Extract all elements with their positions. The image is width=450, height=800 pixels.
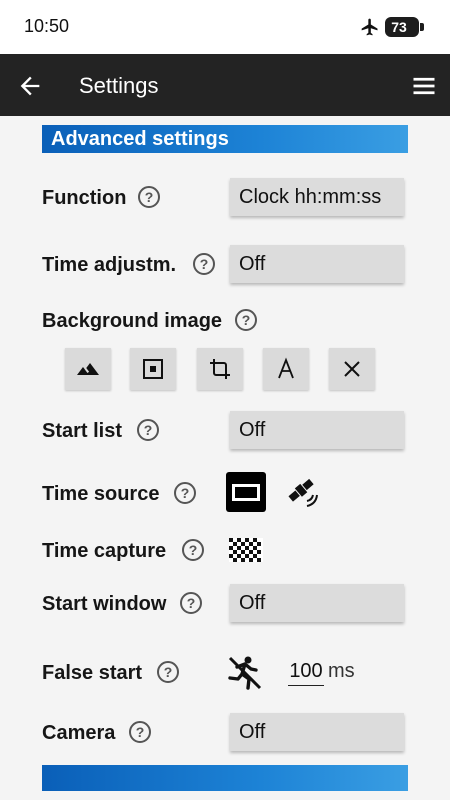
text-a-icon — [278, 357, 294, 379]
false-start-unit: ms — [328, 660, 355, 682]
function-help-icon[interactable]: ? — [138, 186, 160, 208]
center-focus-icon — [143, 359, 163, 379]
hamburger-menu-icon[interactable] — [410, 72, 438, 100]
camera-field[interactable]: Off — [230, 713, 404, 751]
battery-indicator: 73 — [385, 17, 424, 37]
status-bar: 10:50 73 — [0, 0, 450, 54]
camera-help-icon[interactable]: ? — [129, 721, 151, 743]
time-capture-label: Time capture — [42, 540, 167, 562]
time-adjustment-field[interactable]: Off — [230, 245, 404, 283]
satellite-icon[interactable] — [285, 475, 321, 509]
time-source-label: Time source — [42, 483, 160, 505]
false-start-label: False start — [42, 662, 143, 684]
device-screen-icon[interactable] — [226, 472, 266, 512]
start-list-field[interactable]: Off — [230, 411, 404, 449]
crop-icon — [210, 359, 230, 379]
arrow-back-icon[interactable] — [16, 72, 44, 100]
close-icon — [344, 361, 360, 377]
page-title: Settings — [79, 73, 159, 98]
time-adjustment-help-icon[interactable]: ? — [193, 253, 215, 275]
time-source-help-icon[interactable]: ? — [174, 482, 196, 504]
function-label: Function — [42, 187, 127, 209]
false-start-ms-input[interactable]: 100 — [288, 660, 324, 686]
status-time: 10:50 — [24, 16, 70, 36]
section-footer-bar — [42, 765, 408, 791]
background-image-label: Background image — [42, 310, 223, 332]
background-image-clear-button[interactable] — [329, 348, 375, 390]
runner-crossed-icon[interactable] — [226, 654, 264, 692]
start-list-label: Start list — [42, 420, 123, 442]
background-image-select-button[interactable] — [65, 348, 111, 390]
start-window-field[interactable]: Off — [230, 584, 404, 622]
start-window-label: Start window — [42, 593, 167, 615]
function-field[interactable]: Clock hh:mm:ss — [230, 178, 404, 216]
battery-level: 73 — [391, 19, 407, 35]
background-image-center-button[interactable] — [130, 348, 176, 390]
section-header: Advanced settings — [42, 125, 408, 153]
background-image-text-button[interactable] — [263, 348, 309, 390]
background-image-crop-button[interactable] — [197, 348, 243, 390]
start-window-help-icon[interactable]: ? — [180, 592, 202, 614]
checkered-flag-icon[interactable] — [229, 538, 263, 562]
app-bar: Settings — [0, 54, 450, 116]
airplane-icon — [361, 18, 378, 36]
time-adjustment-label: Time adjustm. — [42, 254, 177, 276]
landscape-icon — [77, 363, 99, 375]
false-start-help-icon[interactable]: ? — [157, 661, 179, 683]
background-image-help-icon[interactable]: ? — [235, 309, 257, 331]
camera-label: Camera — [42, 722, 116, 744]
time-capture-help-icon[interactable]: ? — [182, 539, 204, 561]
start-list-help-icon[interactable]: ? — [137, 419, 159, 441]
